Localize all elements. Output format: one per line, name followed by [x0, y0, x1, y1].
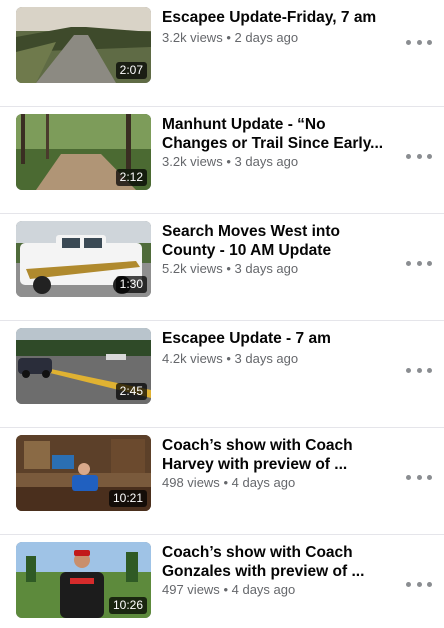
duration-badge: 1:30	[115, 276, 147, 293]
video-list: 2:07 Escapee Update-Friday, 7 am 3.2k vi…	[0, 0, 444, 628]
duration-badge: 10:26	[108, 597, 147, 614]
video-item[interactable]: 2:12 Manhunt Update - “No Changes or Tra…	[0, 107, 444, 214]
video-meta: 5.2k views • 3 days ago	[162, 261, 298, 277]
video-thumbnail[interactable]: 2:45	[16, 328, 151, 404]
more-horizontal-icon[interactable]	[406, 361, 432, 379]
meta-separator: •	[223, 475, 228, 490]
video-thumbnail[interactable]: 10:26	[16, 542, 151, 618]
video-thumbnail[interactable]: 1:30	[16, 221, 151, 297]
more-horizontal-icon[interactable]	[406, 254, 432, 272]
video-thumbnail[interactable]: 10:21	[16, 435, 151, 511]
video-title[interactable]: Escapee Update-Friday, 7 am	[162, 8, 394, 27]
video-title[interactable]: Coach’s show with Coach Harvey with prev…	[162, 436, 394, 474]
meta-separator: •	[223, 582, 228, 597]
video-meta: 497 views • 4 days ago	[162, 582, 295, 598]
meta-separator: •	[226, 154, 231, 169]
view-count: 498 views	[162, 475, 220, 490]
duration-badge: 2:12	[115, 169, 147, 186]
video-meta: 4.2k views • 3 days ago	[162, 351, 298, 367]
video-item[interactable]: 2:45 Escapee Update - 7 am 4.2k views • …	[0, 321, 444, 428]
video-title[interactable]: Manhunt Update - “No Changes or Trail Si…	[162, 115, 394, 153]
video-title[interactable]: Escapee Update - 7 am	[162, 329, 394, 348]
video-meta: 3.2k views • 2 days ago	[162, 30, 298, 46]
view-count: 3.2k views	[162, 30, 223, 45]
more-horizontal-icon[interactable]	[406, 468, 432, 486]
more-horizontal-icon[interactable]	[406, 575, 432, 593]
video-item[interactable]: 1:30 Search Moves West into County - 10 …	[0, 214, 444, 321]
video-meta: 498 views • 4 days ago	[162, 475, 295, 491]
view-count: 3.2k views	[162, 154, 223, 169]
view-count: 497 views	[162, 582, 220, 597]
more-horizontal-icon[interactable]	[406, 147, 432, 165]
upload-age: 3 days ago	[234, 261, 299, 276]
upload-age: 3 days ago	[234, 351, 299, 366]
video-item[interactable]: 10:26 Coach’s show with Coach Gonzales w…	[0, 535, 444, 628]
upload-age: 4 days ago	[231, 582, 296, 597]
video-meta: 3.2k views • 3 days ago	[162, 154, 298, 170]
video-thumbnail[interactable]: 2:07	[16, 7, 151, 83]
video-title[interactable]: Coach’s show with Coach Gonzales with pr…	[162, 543, 394, 581]
video-thumbnail[interactable]: 2:12	[16, 114, 151, 190]
view-count: 4.2k views	[162, 351, 223, 366]
meta-separator: •	[226, 351, 231, 366]
upload-age: 4 days ago	[231, 475, 296, 490]
meta-separator: •	[226, 261, 231, 276]
video-title[interactable]: Search Moves West into County - 10 AM Up…	[162, 222, 394, 260]
view-count: 5.2k views	[162, 261, 223, 276]
upload-age: 3 days ago	[234, 154, 299, 169]
duration-badge: 10:21	[108, 490, 147, 507]
more-horizontal-icon[interactable]	[406, 33, 432, 51]
duration-badge: 2:07	[115, 62, 147, 79]
meta-separator: •	[226, 30, 231, 45]
duration-badge: 2:45	[115, 383, 147, 400]
upload-age: 2 days ago	[234, 30, 299, 45]
video-item[interactable]: 2:07 Escapee Update-Friday, 7 am 3.2k vi…	[0, 0, 444, 107]
video-item[interactable]: 10:21 Coach’s show with Coach Harvey wit…	[0, 428, 444, 535]
